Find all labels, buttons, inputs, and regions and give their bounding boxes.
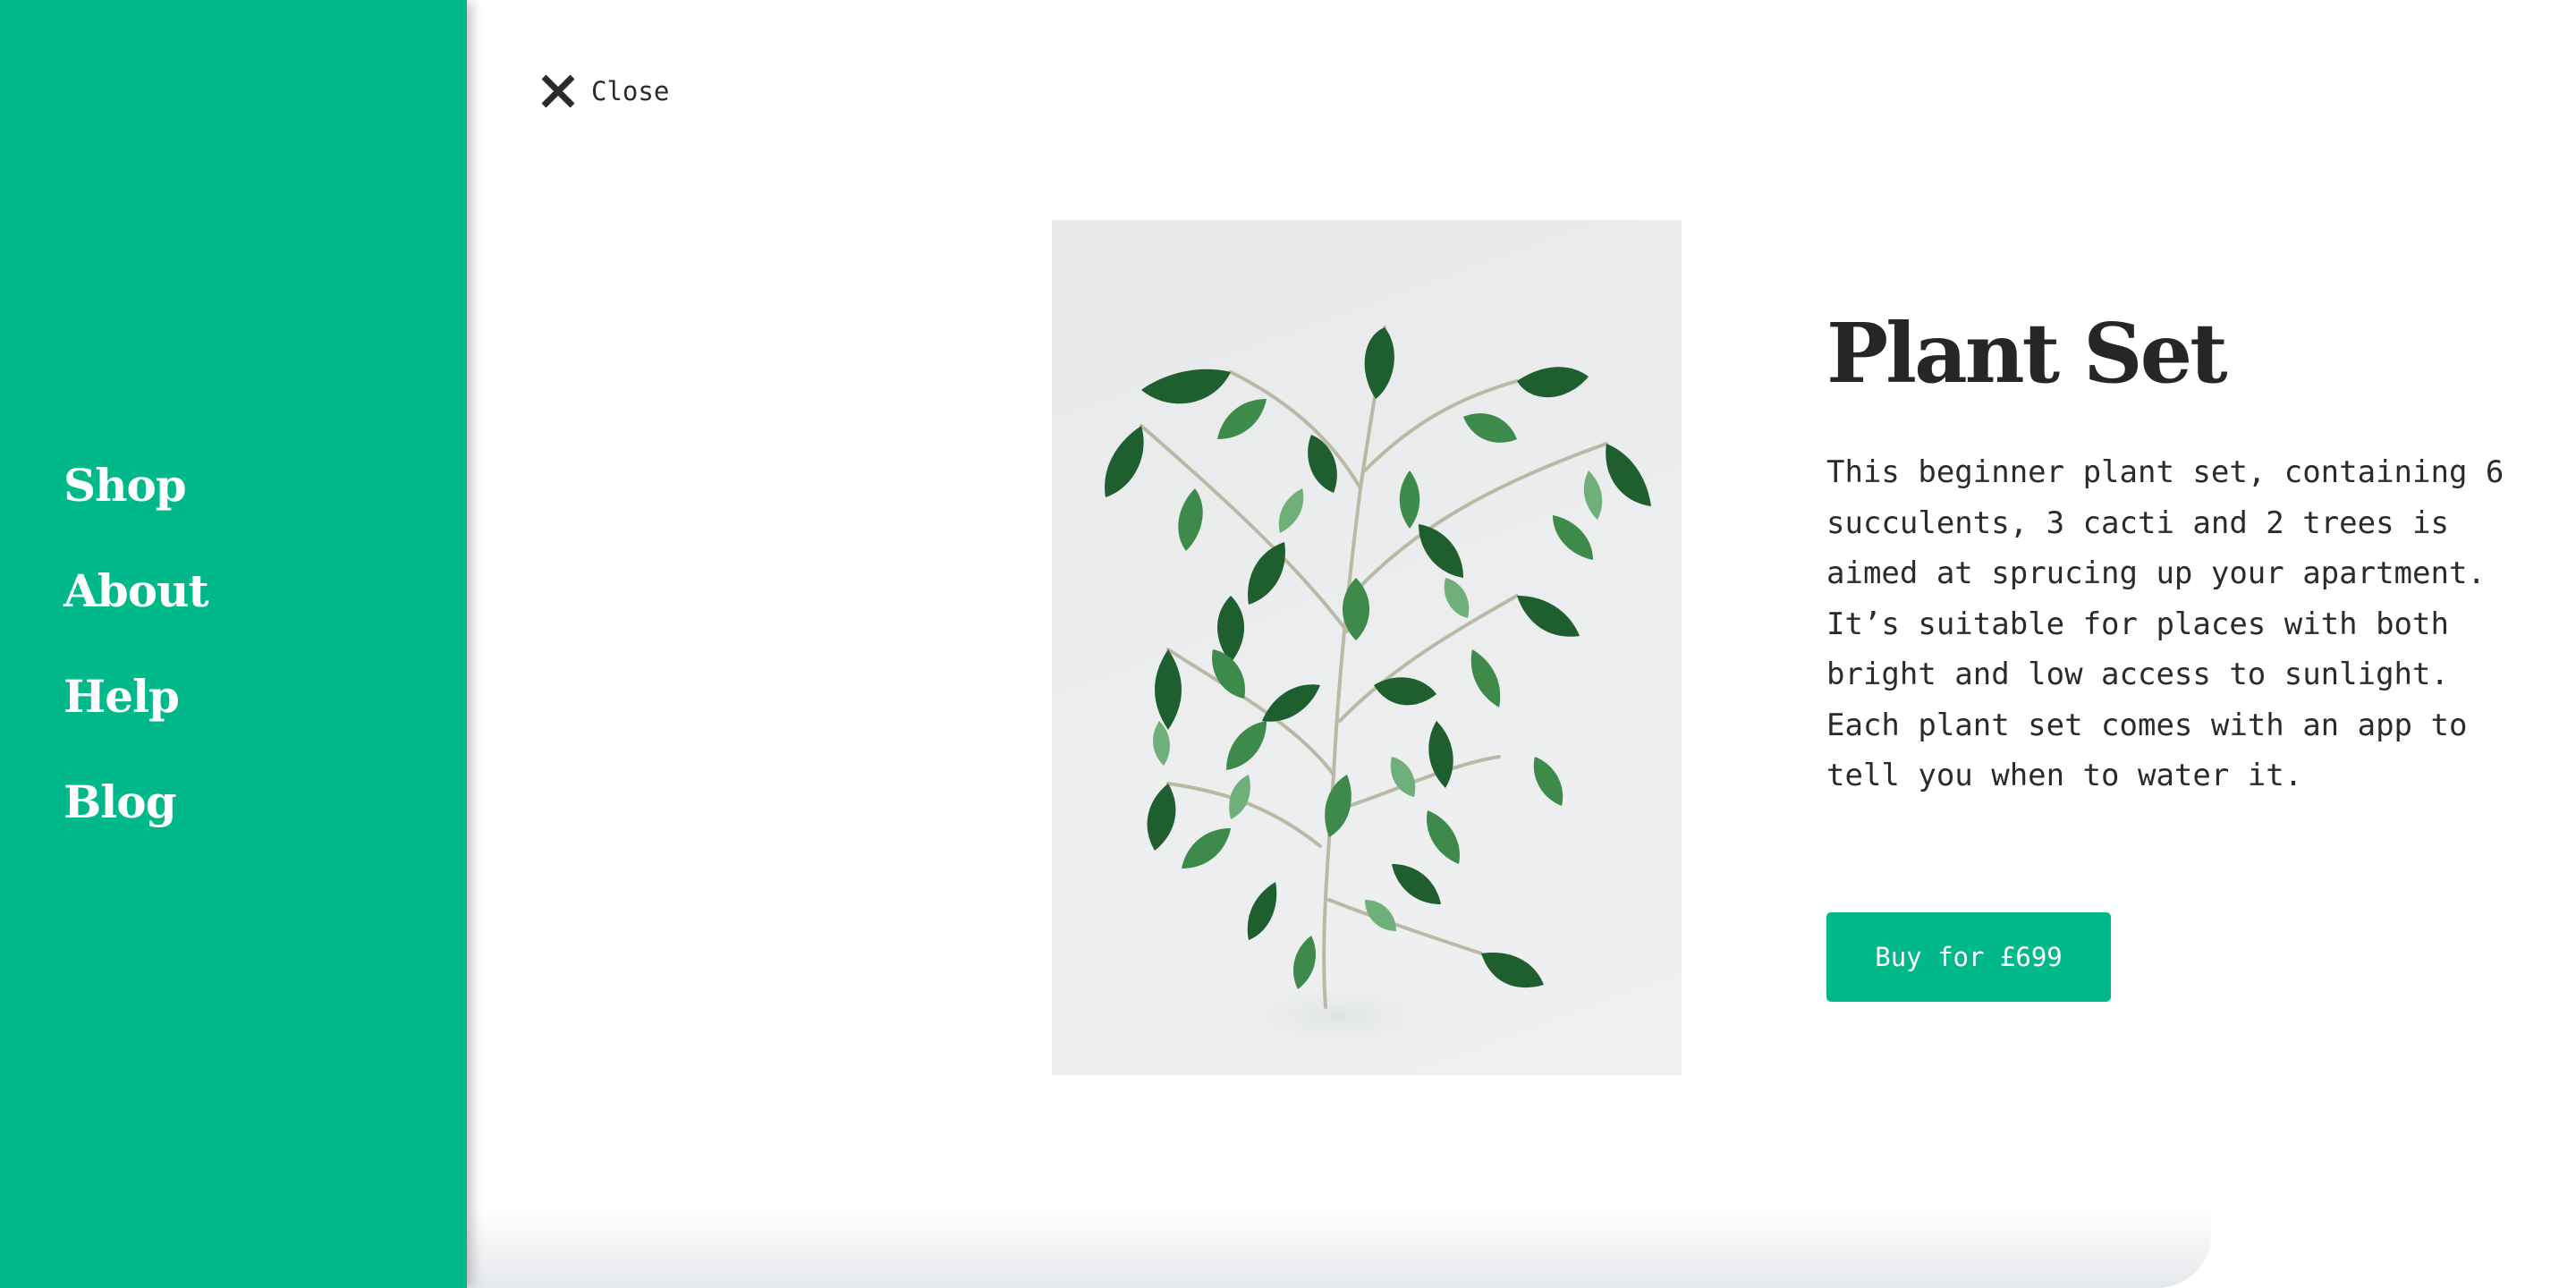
product-panel: Close Plant Set This beginner plant set,… [467,0,2576,1288]
product-title: Plant Set [1826,305,2228,402]
close-icon [540,73,576,109]
nav-item-about[interactable]: About [64,557,209,663]
nav-item-shop[interactable]: Shop [64,452,208,557]
product-description: This beginner plant set, containing 6 su… [1826,454,2504,793]
nav-item-blog[interactable]: Blog [64,768,208,874]
sidebar: Shop About Help Blog [0,0,467,1288]
nav-item-help[interactable]: Help [64,663,208,768]
product-info: Plant Set This beginner plant set, conta… [1826,304,2506,1002]
plant-illustration [1105,326,1651,1052]
close-label: Close [591,76,670,106]
sidebar-nav: Shop About Help Blog [64,452,209,874]
product-image [1052,220,1682,1075]
bottom-shadow [467,1208,2211,1288]
close-button[interactable]: Close [540,72,669,111]
buy-button[interactable]: Buy for £699 [1826,912,2111,1002]
